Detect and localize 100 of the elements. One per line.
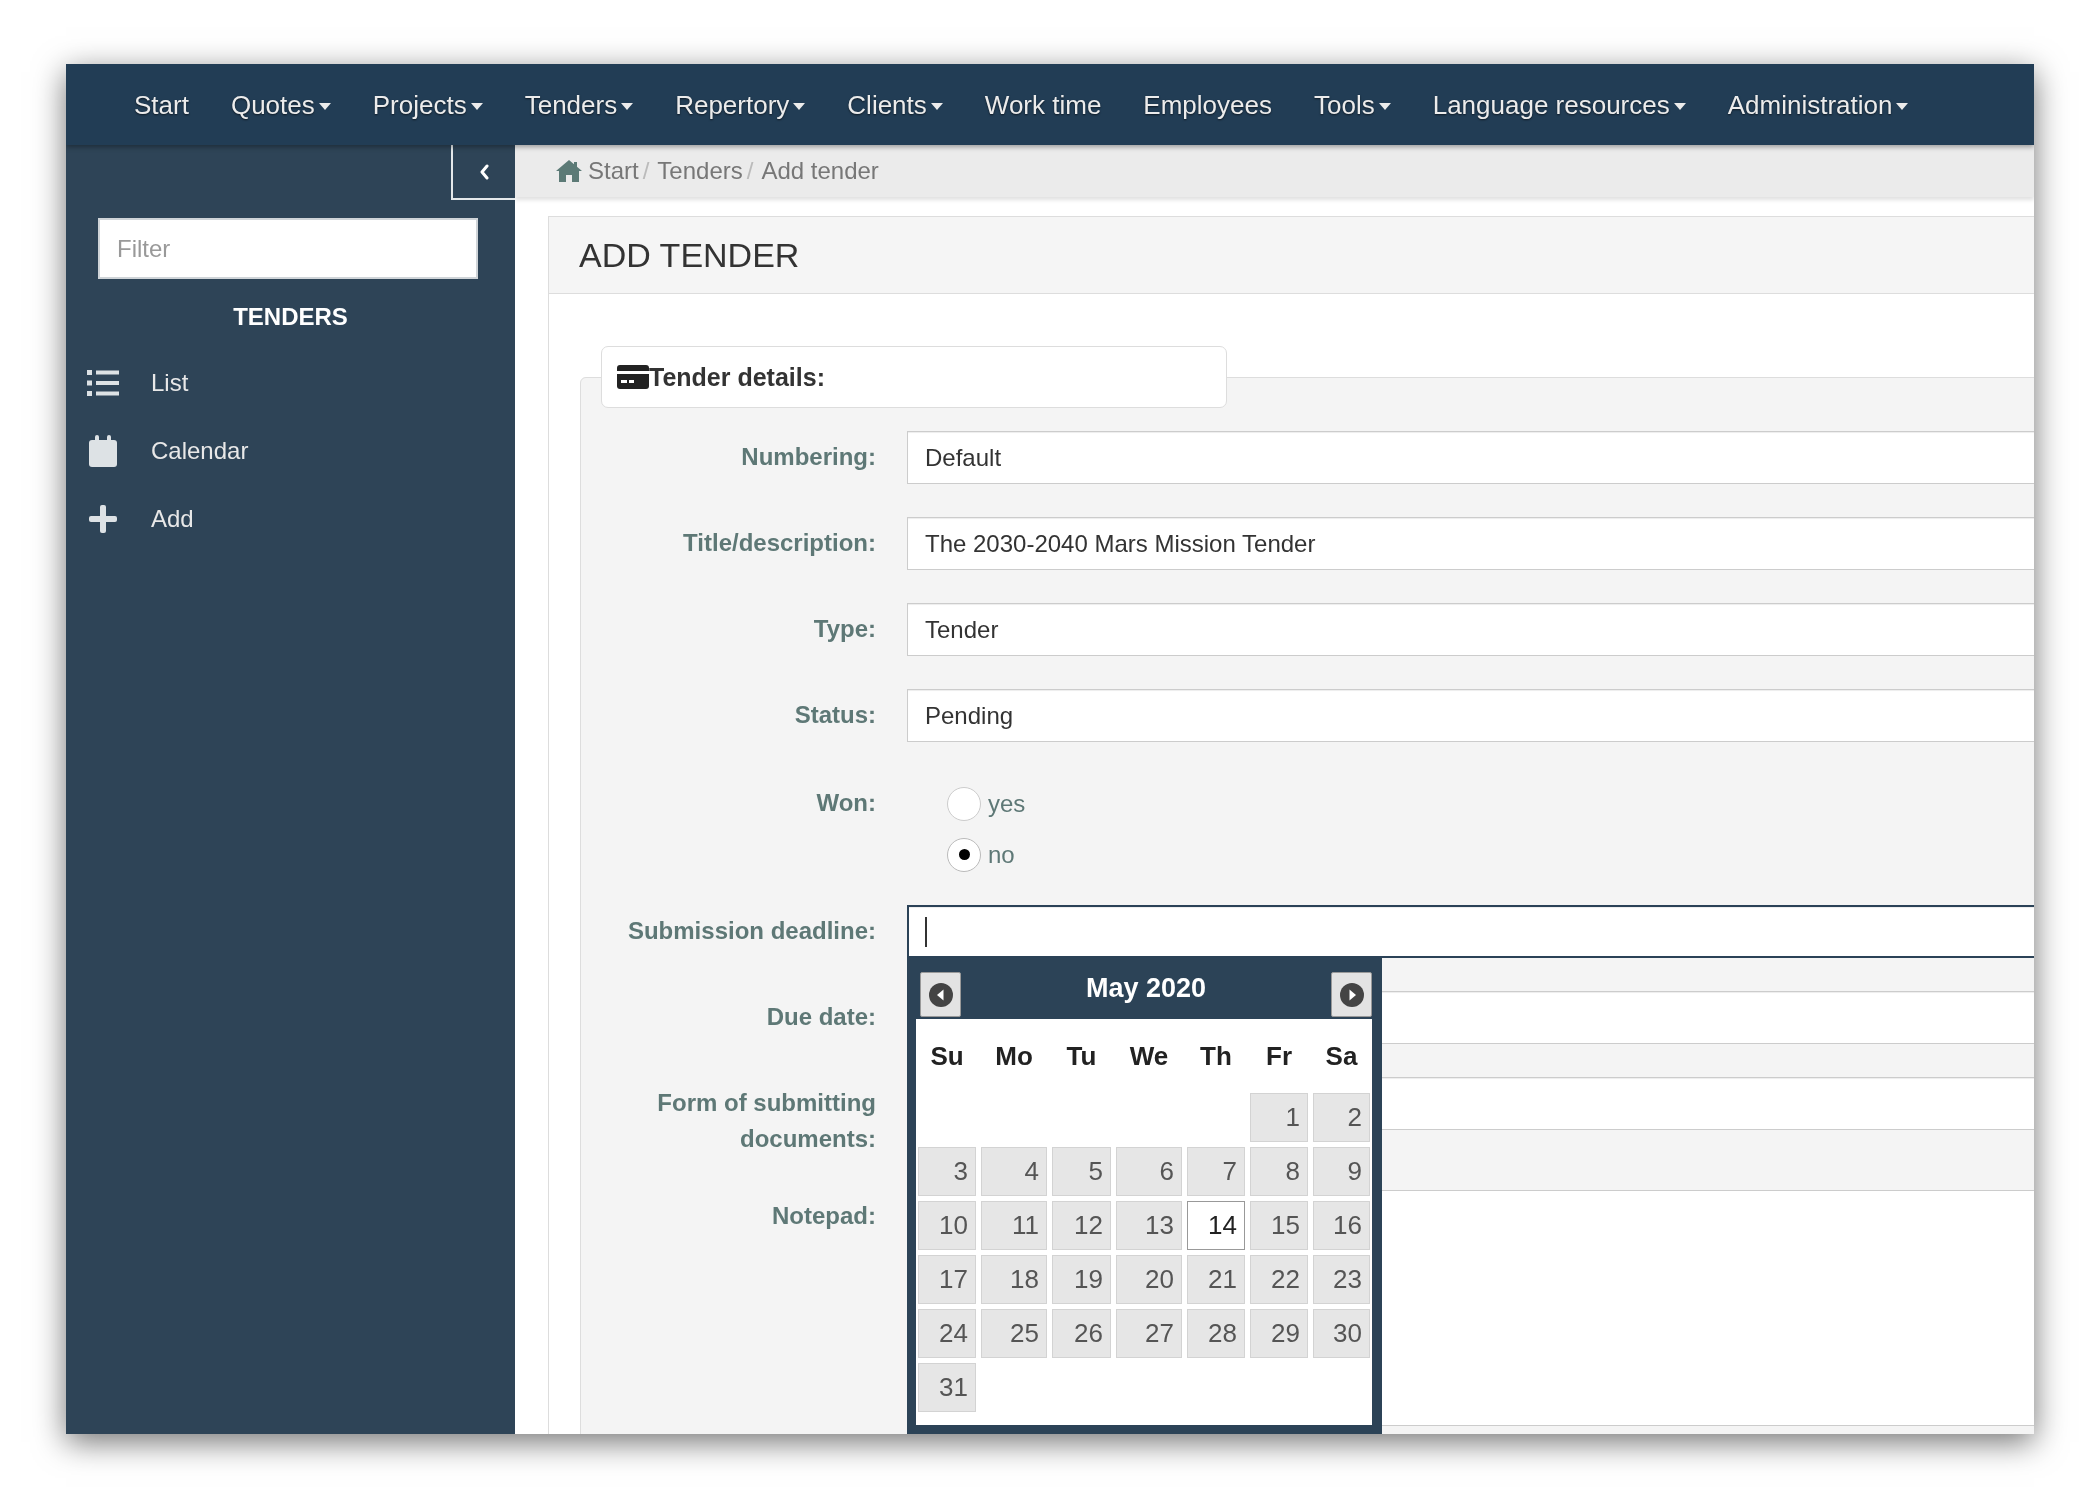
circle-arrow-right-icon <box>1339 982 1364 1007</box>
collapse-button[interactable] <box>451 145 515 200</box>
field-label: Due date: <box>766 1002 876 1032</box>
radio-button[interactable] <box>947 837 981 872</box>
radio-label[interactable]: no <box>988 840 1015 869</box>
day-cell[interactable]: 9 <box>1313 1147 1370 1196</box>
day-cell[interactable]: 26 <box>1052 1309 1111 1358</box>
weekday-label: Fr <box>1266 1040 1292 1072</box>
day-cell[interactable]: 12 <box>1052 1201 1111 1250</box>
list-icon <box>87 370 119 396</box>
day-cell[interactable]: 11 <box>981 1201 1047 1250</box>
day-cell[interactable]: 25 <box>981 1309 1047 1358</box>
caret-icon <box>1673 102 1686 110</box>
plus-icon <box>89 505 117 533</box>
day-cell[interactable]: 22 <box>1250 1255 1308 1304</box>
day-cell[interactable]: 18 <box>981 1255 1047 1304</box>
caret-icon <box>930 102 943 110</box>
day-cell[interactable]: 8 <box>1250 1147 1308 1196</box>
next-month-button[interactable] <box>1331 972 1372 1017</box>
input-field[interactable]: Pending <box>907 689 2034 742</box>
card-icon <box>617 365 649 389</box>
day-cell[interactable]: 6 <box>1116 1147 1182 1196</box>
field-label: Submission deadline: <box>627 916 876 946</box>
caret-icon <box>318 102 331 110</box>
day-cell[interactable]: 4 <box>981 1147 1047 1196</box>
day-cell[interactable]: 5 <box>1052 1147 1111 1196</box>
day-cell[interactable]: 17 <box>918 1255 976 1304</box>
nav-dropdown[interactable]: Language resources <box>1432 88 1686 121</box>
nav-dropdown[interactable]: Projects <box>372 88 483 121</box>
day-cell[interactable]: 29 <box>1250 1309 1308 1358</box>
day-cell[interactable]: 10 <box>918 1201 976 1250</box>
breadcrumb-separator: / <box>746 157 754 185</box>
day-cell[interactable]: 16 <box>1313 1201 1370 1250</box>
prev-month-button[interactable] <box>920 972 961 1017</box>
nav-dropdown[interactable]: Administration <box>1727 88 1909 121</box>
calendar-icon <box>89 435 117 467</box>
nav-dropdown[interactable]: Repertory <box>675 88 806 121</box>
field-label: Numbering: <box>741 442 876 472</box>
text-cursor <box>925 916 927 947</box>
day-cell[interactable]: 19 <box>1052 1255 1111 1304</box>
day-cell[interactable]: 2 <box>1313 1093 1370 1142</box>
radio-label[interactable]: yes <box>988 789 1026 818</box>
section-title: Tender details: <box>649 363 825 391</box>
breadcrumb-link[interactable]: Start <box>556 157 639 185</box>
field-label: Notepad: <box>772 1201 876 1231</box>
home-icon <box>556 160 582 182</box>
day-cell[interactable]: 1 <box>1250 1093 1308 1142</box>
input-field[interactable]: The 2030-2040 Mars Mission Tender <box>907 517 2034 570</box>
nav-dropdown[interactable]: Tenders <box>524 88 634 121</box>
sidebar-heading: TENDERS <box>233 302 348 332</box>
weekday-label: Su <box>930 1040 964 1072</box>
input-field[interactable]: Tender <box>907 603 2034 656</box>
sidebar-link[interactable]: Add <box>66 485 194 553</box>
day-cell[interactable]: 27 <box>1116 1309 1182 1358</box>
caret-icon <box>1378 102 1391 110</box>
field-label: Status: <box>794 700 876 730</box>
textarea-field[interactable] <box>1382 1190 2034 1426</box>
day-cell[interactable]: 20 <box>1116 1255 1182 1304</box>
breadcrumb-link[interactable]: Add tender <box>761 157 879 185</box>
radio-button[interactable] <box>947 786 981 821</box>
nav-dropdown[interactable]: Tools <box>1313 88 1391 121</box>
day-cell[interactable]: 7 <box>1187 1147 1245 1196</box>
filter-field[interactable]: Filter <box>98 218 478 279</box>
panel-title: ADD TENDER <box>579 235 800 275</box>
circle-arrow-left-icon <box>928 982 953 1007</box>
caret-icon <box>470 102 483 110</box>
nav-dropdown[interactable]: Clients <box>847 88 943 121</box>
nav-link[interactable]: Start <box>134 88 189 121</box>
sidebar-link[interactable]: Calendar <box>66 417 249 485</box>
breadcrumb-separator: / <box>642 157 650 185</box>
day-cell[interactable]: 15 <box>1250 1201 1308 1250</box>
day-cell[interactable]: 28 <box>1187 1309 1245 1358</box>
nav-link[interactable]: Work time <box>984 88 1102 121</box>
month-title: May 2020 <box>1085 971 1207 1005</box>
field-label: Won: <box>816 788 876 818</box>
input-field[interactable] <box>907 905 2034 958</box>
field-label: Title/description: <box>683 528 876 558</box>
caret-icon <box>1896 102 1909 110</box>
day-cell[interactable]: 30 <box>1313 1309 1370 1358</box>
day-cell[interactable]: 31 <box>918 1363 976 1412</box>
day-cell[interactable]: 3 <box>918 1147 976 1196</box>
nav-link[interactable]: Employees <box>1143 88 1272 121</box>
day-cell[interactable]: 23 <box>1313 1255 1370 1304</box>
nav-dropdown[interactable]: Quotes <box>230 88 331 121</box>
sidebar-link[interactable]: List <box>66 349 189 417</box>
weekday-label: Th <box>1200 1040 1232 1072</box>
weekday-label: Mo <box>995 1040 1033 1072</box>
weekday-label: We <box>1129 1040 1169 1072</box>
caret-icon <box>621 102 634 110</box>
field-label: Type: <box>813 614 876 644</box>
input-field[interactable]: Default <box>907 431 2034 484</box>
breadcrumb-link[interactable]: Tenders <box>657 157 743 185</box>
caret-icon <box>793 102 806 110</box>
field-label: Form of submitting documents: <box>656 1088 876 1154</box>
day-cell[interactable]: 13 <box>1116 1201 1182 1250</box>
day-cell[interactable]: 21 <box>1187 1255 1245 1304</box>
day-cell[interactable]: 24 <box>918 1309 976 1358</box>
day-cell[interactable]: 14 <box>1187 1201 1245 1250</box>
weekday-label: Tu <box>1066 1040 1097 1072</box>
chevron-left-icon <box>479 163 489 180</box>
